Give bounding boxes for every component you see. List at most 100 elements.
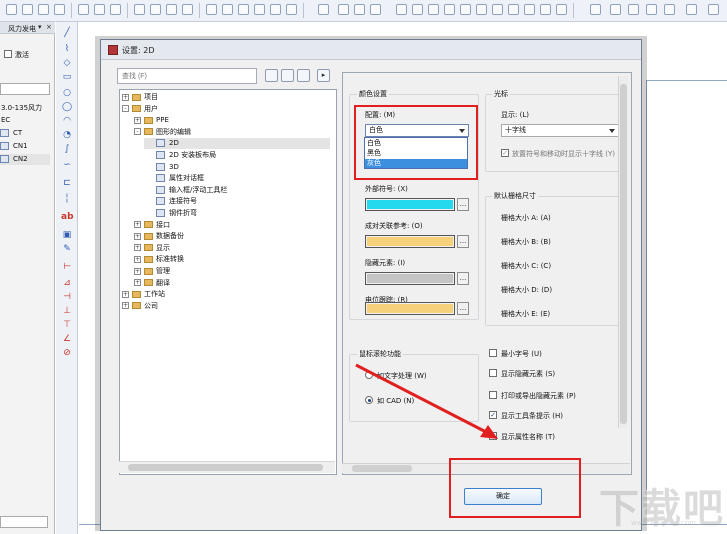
tree-item[interactable]: 连接符号	[146, 196, 197, 207]
grid-icon[interactable]	[318, 4, 329, 15]
polyline-icon[interactable]: ⌇	[61, 44, 73, 54]
terminal-icon[interactable]	[412, 4, 423, 15]
favorites-icon[interactable]	[297, 69, 310, 82]
hidden-elements-color-swatch[interactable]	[365, 272, 455, 285]
close-icon[interactable]: ×	[46, 23, 52, 31]
cross-ref-color-swatch[interactable]	[365, 235, 455, 248]
expand-icon[interactable]: +	[134, 232, 141, 240]
expand-icon[interactable]: +	[122, 93, 129, 101]
dimension-radius-icon[interactable]: ⊘	[61, 348, 73, 358]
layer-icon[interactable]	[540, 4, 551, 15]
nav-item-cn1[interactable]: CN1	[0, 141, 28, 152]
dimension-aligned-icon[interactable]: ⊿	[61, 278, 73, 288]
expand-icon[interactable]: +	[122, 302, 129, 310]
expand-icon[interactable]: +	[134, 244, 141, 252]
triangle-icon[interactable]	[590, 4, 601, 15]
forward-icon[interactable]	[254, 4, 265, 15]
tree-item[interactable]: 2D 安装板布局	[146, 150, 216, 161]
activate-checkbox[interactable]	[4, 50, 12, 58]
cross-ref-color-button[interactable]: ...	[457, 235, 469, 248]
cable-icon[interactable]	[444, 4, 455, 15]
expand-icon[interactable]: +	[134, 267, 141, 275]
image-icon[interactable]: ▣	[61, 230, 73, 240]
expand-icon[interactable]	[281, 69, 294, 82]
connection-icon[interactable]	[396, 4, 407, 15]
search-input[interactable]	[117, 68, 257, 84]
potential-color-swatch[interactable]	[365, 302, 455, 315]
cursor-display-select[interactable]: 十字线	[501, 124, 619, 137]
nav-item-ct[interactable]: CT	[0, 128, 22, 139]
insert-symbol-icon[interactable]	[354, 4, 365, 15]
scheme-option-white[interactable]: 白色	[365, 139, 467, 148]
collapse-icon[interactable]	[265, 69, 278, 82]
line-end-icon[interactable]	[664, 4, 675, 15]
tree-item[interactable]: - 用户	[122, 104, 158, 115]
polygon-icon[interactable]: ◇	[61, 58, 73, 68]
tree-scrollbar-horizontal[interactable]	[119, 461, 335, 473]
collapse-icon[interactable]: -	[122, 105, 129, 113]
expand-icon[interactable]: +	[134, 255, 141, 263]
trim-icon[interactable]: ╎	[61, 194, 73, 204]
open-icon[interactable]	[22, 4, 33, 15]
text-icon[interactable]: ab	[61, 212, 74, 222]
tree-item[interactable]: + PPE	[134, 115, 169, 126]
outer-symbol-color-swatch[interactable]	[365, 198, 455, 211]
tree-item[interactable]: + 翻译	[134, 278, 170, 289]
potential-color-button[interactable]: ...	[457, 302, 469, 315]
black-box-icon[interactable]	[492, 4, 503, 15]
interrupt-icon[interactable]	[476, 4, 487, 15]
tree-item[interactable]: 属性对话框	[146, 173, 204, 184]
delete-icon[interactable]	[134, 4, 145, 15]
min-font-checkbox[interactable]	[489, 349, 497, 357]
outer-symbol-color-button[interactable]: ...	[457, 198, 469, 211]
tree-item[interactable]: + 项目	[122, 92, 158, 103]
tree-item[interactable]: + 公司	[122, 301, 158, 312]
dimension-linear-icon[interactable]: ⊢	[61, 262, 73, 272]
chevron-down-icon[interactable]: ▾	[38, 23, 42, 31]
scheme-option-gray[interactable]: 灰色	[365, 159, 467, 168]
tree-item[interactable]: + 管理	[134, 266, 170, 277]
tree-item[interactable]: 钢件折弯	[146, 208, 197, 219]
tree-item[interactable]: 3D	[146, 162, 179, 173]
filter-input[interactable]	[0, 83, 50, 95]
arc-icon[interactable]: ◠	[61, 116, 73, 126]
refresh-icon[interactable]	[270, 4, 281, 15]
dimension-chain-icon[interactable]: ⊣	[61, 292, 73, 302]
dimension-tool-icon[interactable]: ⊏	[61, 178, 73, 188]
save-icon[interactable]	[38, 4, 49, 15]
potential-icon[interactable]	[460, 4, 471, 15]
copy-icon[interactable]	[94, 4, 105, 15]
line-icon[interactable]: ╱	[61, 28, 73, 38]
redo-icon[interactable]	[222, 4, 233, 15]
curve-icon[interactable]: ∽	[61, 160, 73, 170]
crosshair-checkbox[interactable]: ✓	[501, 149, 509, 157]
paste-icon[interactable]	[110, 4, 121, 15]
undo-icon[interactable]	[206, 4, 217, 15]
zoom-icon[interactable]	[286, 4, 297, 15]
plc-icon[interactable]	[428, 4, 439, 15]
tree-item[interactable]: + 接口	[134, 220, 170, 231]
expand-icon[interactable]: +	[134, 221, 141, 229]
ellipse-icon[interactable]: ◯	[61, 102, 73, 112]
nav-item-cn2[interactable]: CN2	[0, 154, 50, 165]
spline-icon[interactable]: ∫	[61, 144, 73, 154]
tree-item[interactable]: - 图形的编辑	[134, 127, 191, 138]
properties-icon[interactable]	[182, 4, 193, 15]
scheme-option-black[interactable]: 黑色	[365, 149, 467, 158]
rectangle-icon[interactable]: ▭	[61, 72, 73, 82]
dimension-angle-icon[interactable]: ∠	[61, 334, 73, 344]
project-node[interactable]: 3.0-135风力	[1, 103, 42, 114]
tree-item[interactable]: + 数据备份	[134, 231, 184, 242]
tree-item[interactable]: + 标准转换	[134, 254, 184, 265]
tree-item[interactable]: + 显示	[134, 243, 170, 254]
cursor-icon[interactable]	[686, 4, 697, 15]
scrollbar-thumb[interactable]	[352, 465, 412, 472]
arrow-icon[interactable]	[646, 4, 657, 15]
tree-item[interactable]: 2D	[144, 138, 330, 150]
insert-device-icon[interactable]	[370, 4, 381, 15]
dimension-increment-icon[interactable]: ⊤	[61, 320, 73, 330]
expand-icon[interactable]: +	[122, 290, 129, 298]
print-icon[interactable]	[54, 4, 65, 15]
dimension-base-icon[interactable]: ⊥	[61, 306, 73, 316]
collapse-icon[interactable]: -	[134, 128, 141, 136]
